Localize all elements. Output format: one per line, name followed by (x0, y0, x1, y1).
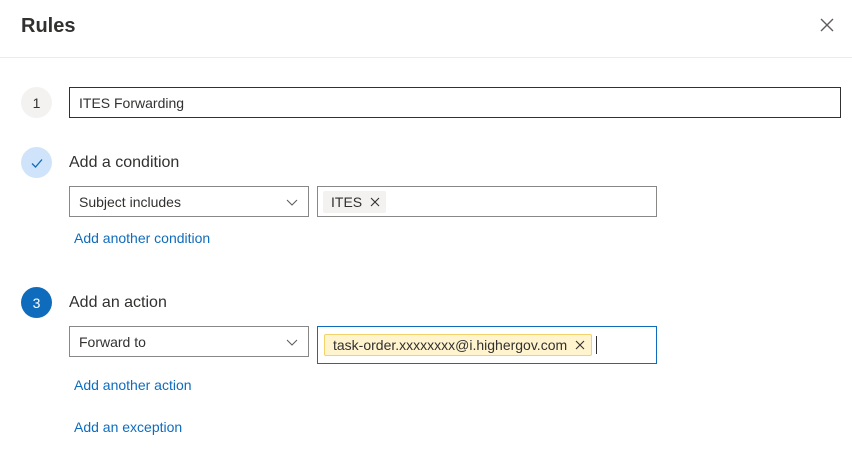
step-1-number: 1 (32, 94, 41, 111)
checkmark-icon (31, 158, 42, 168)
dialog-header: Rules (0, 0, 852, 58)
recipient-input[interactable]: task-order.xxxxxxxx@i.highergov.com (317, 326, 657, 364)
step-2-indicator (21, 147, 52, 178)
rule-name-input[interactable]: ITES Forwarding (69, 87, 841, 118)
action-section-title: Add an action (69, 294, 167, 311)
action-dropdown[interactable]: Forward to (69, 326, 309, 357)
text-caret (596, 336, 598, 354)
recipient-tag: task-order.xxxxxxxx@i.highergov.com (324, 334, 593, 356)
condition-value-input[interactable]: ITES (317, 186, 657, 217)
condition-tag: ITES (323, 190, 387, 213)
add-another-condition-link[interactable]: Add another condition (74, 230, 210, 246)
step-3-indicator: 3 (21, 287, 52, 318)
remove-tag-icon[interactable] (575, 340, 585, 350)
add-another-action-link[interactable]: Add another action (74, 377, 192, 393)
action-dropdown-value: Forward to (79, 333, 146, 350)
step-3-number: 3 (32, 294, 41, 311)
condition-section-title: Add a condition (69, 154, 180, 171)
close-icon (820, 18, 834, 32)
close-button[interactable] (816, 14, 840, 38)
rule-name-value: ITES Forwarding (79, 94, 185, 111)
condition-dropdown[interactable]: Subject includes (69, 186, 309, 217)
condition-tag-label: ITES (331, 193, 363, 210)
dialog-title: Rules (21, 15, 76, 37)
chevron-down-icon (286, 339, 298, 346)
add-exception-link[interactable]: Add an exception (74, 419, 182, 435)
chevron-down-icon (286, 199, 298, 206)
recipient-tag-label: task-order.xxxxxxxx@i.highergov.com (333, 337, 568, 353)
step-1-indicator: 1 (21, 87, 52, 118)
condition-dropdown-value: Subject includes (79, 193, 181, 210)
remove-tag-icon[interactable] (370, 197, 380, 207)
